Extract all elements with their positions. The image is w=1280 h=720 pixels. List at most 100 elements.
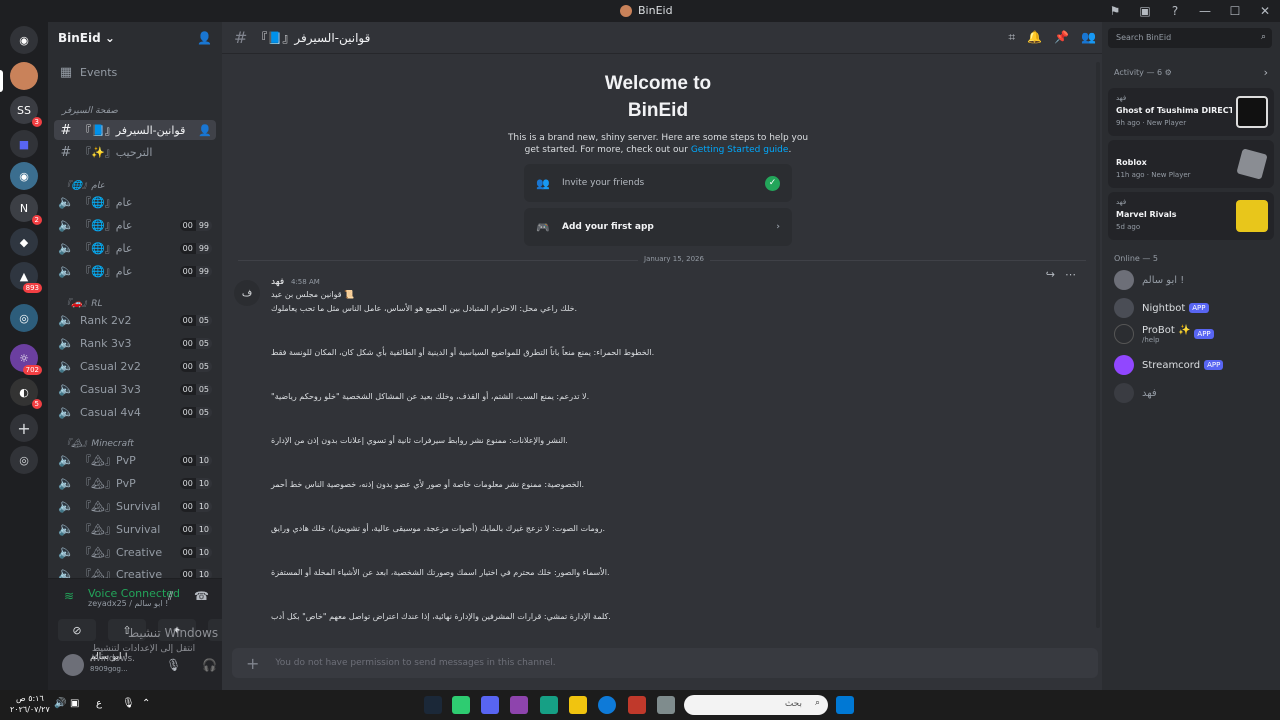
windows-start-icon[interactable] — [836, 696, 854, 714]
scrollbar[interactable] — [1096, 62, 1100, 628]
chevron-up-icon[interactable]: ⌃ — [142, 698, 150, 709]
screen-icon[interactable]: ▣ — [1130, 4, 1160, 18]
category-minecraft[interactable]: 『🏔』Minecraft — [62, 436, 134, 449]
channel-general-text[interactable]: 🔈 『🌐』عام — [54, 192, 216, 212]
category-rl[interactable]: 『🚗』RL — [62, 296, 102, 309]
microphone-icon[interactable]: 🎙 — [122, 698, 135, 709]
app-icon[interactable] — [452, 696, 470, 714]
pin-icon[interactable]: 📌 — [1054, 30, 1069, 45]
voice-channel-casual4v4[interactable]: 🔈 Casual 4v4 00 05 — [54, 402, 216, 422]
voice-channel-casual3v3[interactable]: 🔈 Casual 3v3 00 05 — [54, 379, 216, 399]
category-general[interactable]: 『🌐』عام — [62, 178, 105, 191]
voice-channel-general-3[interactable]: 🔈 『🌐』عام 00 99 — [54, 261, 216, 281]
inbox-icon[interactable]: ⚑ — [1100, 4, 1130, 18]
discover-icon[interactable]: ◎ — [10, 446, 38, 474]
server-icon-n[interactable]: N2 — [10, 194, 42, 225]
member-item[interactable]: Nightbot APP — [1114, 298, 1209, 318]
add-member-icon[interactable]: 👤 — [197, 31, 212, 45]
network-icon[interactable]: ▣ — [70, 698, 79, 709]
voice-channel-survival-1[interactable]: 🔈 『🏔』Survival 00 10 — [54, 496, 216, 516]
chevron-right-icon[interactable]: › — [1264, 66, 1268, 79]
activity-card[interactable]: Roblox 11h ago · New Player — [1108, 140, 1274, 188]
online-header: Online — 5 — [1114, 254, 1158, 263]
language-indicator[interactable]: ع — [96, 698, 102, 709]
getting-started-link[interactable]: Getting Started guide — [691, 145, 789, 155]
voice-channel-general-1[interactable]: 🔈 『🌐』عام 00 99 — [54, 215, 216, 235]
message-line: الخصوصية: ممنوع نشر معلومات خاصة أو صور … — [271, 480, 585, 489]
signal-icon[interactable]: ≋ — [64, 589, 74, 603]
server-icon-7[interactable]: ▲ 893 — [10, 262, 42, 293]
voice-channel-rank3v3[interactable]: 🔈 Rank 3v3 00 05 — [54, 333, 216, 353]
server-icon-bineid[interactable] — [10, 62, 38, 90]
server-icon-10[interactable]: ◐ 5 — [10, 378, 42, 409]
message-composer[interactable]: + You do not have permission to send mes… — [232, 648, 1098, 678]
search-input[interactable]: Search BinEid ⌕ — [1108, 28, 1272, 48]
bell-icon[interactable]: 🔔 — [1027, 30, 1042, 45]
edge-icon[interactable] — [598, 696, 616, 714]
app-icon[interactable] — [540, 696, 558, 714]
activity-card[interactable]: فهد Marvel Rivals 5d ago — [1108, 192, 1274, 240]
member-item[interactable]: Streamcord APP — [1114, 355, 1224, 375]
server-icon-ss[interactable]: SS 3 — [10, 96, 42, 127]
clock[interactable]: ٥:١٦ ص ٢٠٢٦/٠٧/٢٧ — [10, 693, 50, 715]
invite-icon: 👥 — [536, 176, 550, 190]
maximize-button[interactable]: ☐ — [1220, 4, 1250, 18]
message-line: الأسماء والصور: خلك محترم في اختيار اسمك… — [271, 568, 610, 577]
noise-suppression-icon[interactable]: ⫽ — [168, 589, 173, 604]
plus-icon[interactable]: + — [246, 654, 259, 673]
hash-icon: # — [234, 28, 248, 47]
invite-friends-card[interactable]: 👥 Invite your friends ✓ — [524, 164, 792, 202]
folder-icon[interactable] — [569, 696, 587, 714]
events-item[interactable]: ▦ Events — [54, 62, 216, 82]
server-icon-6[interactable]: ◆ — [10, 228, 38, 256]
members-icon[interactable]: 👥 — [1081, 30, 1096, 45]
window-title: BinEid — [620, 4, 673, 17]
invite-icon[interactable]: 👤 — [198, 124, 212, 137]
server-icon-8[interactable]: ◎ — [10, 304, 38, 332]
member-item[interactable]: فهد — [1114, 383, 1157, 403]
channel-welcome[interactable]: # 『✨』الترحيب — [54, 142, 216, 162]
server-icon-9[interactable]: ☼ 702 — [10, 344, 42, 375]
close-button[interactable]: ✕ — [1250, 4, 1280, 18]
add-app-card[interactable]: 🎮 Add your first app › — [524, 208, 792, 246]
camera-button[interactable]: ⊘ — [58, 619, 96, 641]
app-icon[interactable] — [657, 696, 675, 714]
speaker-icon: 🔈 — [58, 358, 75, 374]
avatar[interactable]: ف — [234, 280, 260, 306]
title-bar: BinEid ⚑ ▣ ? — ☐ ✕ — [0, 0, 1280, 22]
voice-channel-pvp-1[interactable]: 🔈 『🏔』PvP 00 10 — [54, 450, 216, 470]
minimize-button[interactable]: — — [1190, 4, 1220, 18]
voice-channel-pvp-2[interactable]: 🔈 『🏔』PvP 00 10 — [54, 473, 216, 493]
taskbar-search[interactable]: بحث ⌕ — [684, 695, 828, 715]
channel-rules[interactable]: # 『📘』قوانين-السيرفر 👤 — [54, 120, 216, 140]
activity-header[interactable]: Activity — 6 ⚙ — [1114, 68, 1172, 77]
voice-channel-creative-1[interactable]: 🔈 『🏔』Creative 00 10 — [54, 542, 216, 562]
checkmark-icon: ✓ — [765, 175, 780, 191]
avatar[interactable] — [62, 654, 84, 676]
guild-header[interactable]: BinEid ⌄ 👤 — [48, 22, 222, 54]
category-server[interactable]: صفحة السيرفر — [62, 106, 118, 116]
voice-channel-general-2[interactable]: 🔈 『🌐』عام 00 99 — [54, 238, 216, 258]
server-icon-4[interactable]: ◉ — [10, 162, 38, 190]
disconnect-icon[interactable]: ☎ — [194, 589, 209, 603]
app-badge: APP — [1204, 360, 1224, 370]
member-item[interactable]: ابو سالم ! — [1114, 270, 1184, 290]
server-icon-folder[interactable]: ■ — [10, 130, 38, 158]
add-server-icon[interactable]: + — [10, 414, 38, 442]
discord-home-icon[interactable]: ◉ — [10, 26, 38, 54]
discord-icon[interactable] — [481, 696, 499, 714]
member-item[interactable]: ProBot ✨/help APP — [1114, 324, 1214, 344]
help-icon[interactable]: ? — [1160, 4, 1190, 18]
volume-icon[interactable]: 🔊 — [54, 698, 66, 709]
app-badge: APP — [1189, 303, 1209, 313]
steam-icon[interactable] — [424, 696, 442, 714]
message-author[interactable]: فهد — [271, 277, 284, 287]
voice-channel-casual2v2[interactable]: 🔈 Casual 2v2 00 05 — [54, 356, 216, 376]
voice-channel-survival-2[interactable]: 🔈 『🏔』Survival 00 10 — [54, 519, 216, 539]
activity-card[interactable]: فهد Ghost of Tsushima DIRECT... 9h ago ·… — [1108, 88, 1274, 136]
app-icon[interactable] — [510, 696, 528, 714]
game-thumbnail-icon — [1236, 96, 1268, 128]
threads-icon[interactable]: ⌗ — [1008, 30, 1015, 45]
app-icon[interactable] — [628, 696, 646, 714]
voice-channel-rank2v2[interactable]: 🔈 Rank 2v2 00 05 — [54, 310, 216, 330]
